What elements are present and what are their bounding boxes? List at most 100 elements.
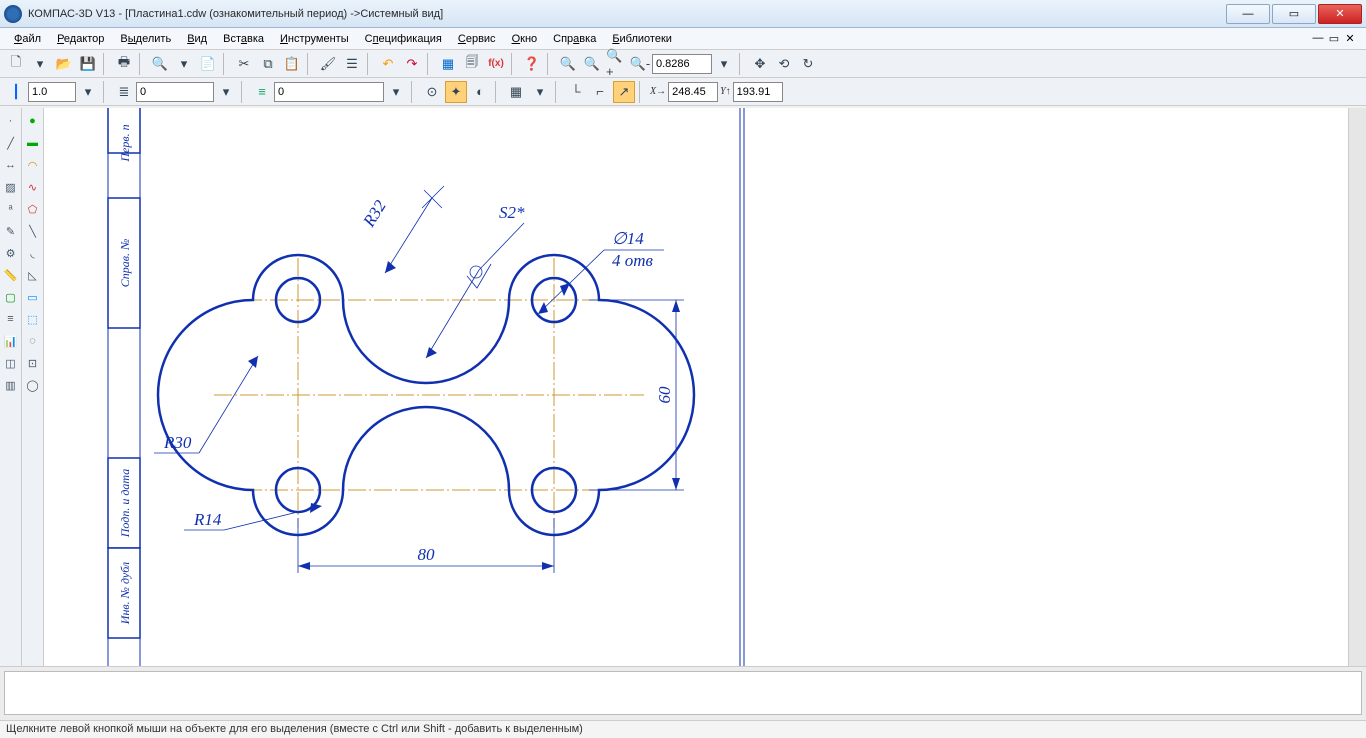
refresh-button[interactable]: ↻ (797, 53, 819, 75)
titlebar: КОМПАС-3D V13 - [Пластина1.cdw (ознакоми… (0, 0, 1366, 28)
cut-button[interactable]: ✂ (233, 53, 255, 75)
status-text: Щелкните левой кнопкой мыши на объекте д… (6, 723, 583, 735)
tool-line[interactable]: ╱ (2, 134, 20, 152)
close-button[interactable]: ✕ (1318, 4, 1362, 24)
geom-spline[interactable]: ∿ (24, 178, 42, 196)
menu-file[interactable]: ФФайлайл (6, 31, 49, 47)
maximize-button[interactable]: ▭ (1272, 4, 1316, 24)
geom-line2[interactable]: ╲ (24, 222, 42, 240)
menu-view[interactable]: Вид (179, 31, 215, 47)
coord-y[interactable] (733, 82, 783, 102)
geom-sel5[interactable]: ◯ (24, 376, 42, 394)
linewidth-combo[interactable] (28, 82, 76, 102)
tool-hatch[interactable]: ▨ (2, 178, 20, 196)
menu-lib[interactable]: Библиотеки (604, 31, 680, 47)
layer-dropdown[interactable]: ▾ (215, 81, 237, 103)
menu-tools[interactable]: Инструменты (272, 31, 357, 47)
mdi-minimize[interactable]: — (1310, 32, 1326, 45)
menu-service[interactable]: Сервис (450, 31, 504, 47)
snap-mid-button[interactable]: ✦ (445, 81, 467, 103)
new-button[interactable]: 🗋 (5, 53, 27, 75)
zoom-fit-button[interactable]: 🔍 (581, 53, 603, 75)
tool-text[interactable]: ᵃ (2, 200, 20, 218)
fx-button[interactable]: f(x) (485, 53, 507, 75)
save-button[interactable]: 💾 (77, 53, 99, 75)
style-icon[interactable]: ≡ (251, 81, 273, 103)
drawing-canvas[interactable]: Перв. п Справ. № Подп. и дата Инв. № дуб… (44, 108, 1348, 666)
grid-button[interactable]: ▦ (505, 81, 527, 103)
copy-button[interactable]: ⧉ (257, 53, 279, 75)
geom-fillet[interactable]: ◟ (24, 244, 42, 262)
x-label: X→ (650, 86, 666, 97)
menu-select[interactable]: Выделить (112, 31, 179, 47)
command-panel[interactable] (4, 671, 1362, 715)
dim-60: 60 (655, 386, 674, 404)
manager-button[interactable]: ▦ (437, 53, 459, 75)
geom-sel3[interactable]: ◌ (24, 332, 42, 350)
paste-button[interactable]: 📋 (281, 53, 303, 75)
variables-button[interactable]: 🗐 (461, 53, 483, 75)
open-button[interactable]: 📂 (53, 53, 75, 75)
zoom-dropdown[interactable]: ▾ (713, 53, 735, 75)
help-button[interactable]: ❓ (521, 53, 543, 75)
tool-view[interactable]: ▥ (2, 376, 20, 394)
menu-window[interactable]: Окно (504, 31, 546, 47)
coord-x[interactable] (668, 82, 718, 102)
snap-center-button[interactable]: ◐ (469, 81, 491, 103)
print-button[interactable]: 🖶 (113, 53, 135, 75)
snap-end-button[interactable]: ⊙ (421, 81, 443, 103)
ortho2-button[interactable]: ⌐ (589, 81, 611, 103)
new-dropdown[interactable]: ▾ (29, 53, 51, 75)
preview-dropdown[interactable]: ▾ (173, 53, 195, 75)
geom-circle[interactable]: ● (24, 112, 42, 130)
style-combo[interactable] (274, 82, 384, 102)
geom-sel2[interactable]: ⬚ (24, 310, 42, 328)
redo-button[interactable]: ↷ (401, 53, 423, 75)
layer-combo[interactable] (136, 82, 214, 102)
zoom-combo[interactable] (652, 54, 712, 74)
menu-spec[interactable]: Спецификация (357, 31, 450, 47)
frame-label-4: Инв. № дубл (118, 562, 132, 625)
zoom-window-button[interactable]: 🔍 (557, 53, 579, 75)
layer-icon[interactable]: ≣ (113, 81, 135, 103)
mdi-restore[interactable]: ▭ (1326, 32, 1342, 45)
zoom-prev-button[interactable]: ⟲ (773, 53, 795, 75)
rounding-button[interactable]: ↗ (613, 81, 635, 103)
dim-r32: R32 (359, 196, 390, 231)
geom-sel1[interactable]: ▭ (24, 288, 42, 306)
tool-dim[interactable]: ↔ (2, 156, 20, 174)
lw-dropdown[interactable]: ▾ (77, 81, 99, 103)
geom-poly[interactable]: ⬠ (24, 200, 42, 218)
zoom-in-button[interactable]: 🔍+ (605, 53, 627, 75)
tool-insert[interactable]: ◫ (2, 354, 20, 372)
vertical-scrollbar[interactable] (1348, 108, 1366, 666)
menu-edit[interactable]: Редактор (49, 31, 112, 47)
geom-chamfer[interactable]: ◺ (24, 266, 42, 284)
grid-dropdown[interactable]: ▾ (529, 81, 551, 103)
tool-measure[interactable]: 📏 (2, 266, 20, 284)
undo-button[interactable]: ↶ (377, 53, 399, 75)
geom-arc[interactable]: ◠ (24, 156, 42, 174)
linewidth-icon[interactable]: ┃ (5, 81, 27, 103)
doc-button[interactable]: 📄 (197, 53, 219, 75)
zoom-out-button[interactable]: 🔍- (629, 53, 651, 75)
properties-button[interactable]: ☰ (341, 53, 363, 75)
menu-insert[interactable]: Вставка (215, 31, 272, 47)
ortho-button[interactable]: └ (565, 81, 587, 103)
menu-help[interactable]: Справка (545, 31, 604, 47)
style-dropdown[interactable]: ▾ (385, 81, 407, 103)
tool-report[interactable]: 📊 (2, 332, 20, 350)
mdi-close[interactable]: ✕ (1342, 32, 1358, 45)
format-painter-button[interactable]: 🖌 (317, 53, 339, 75)
tool-spec[interactable]: ≡ (2, 310, 20, 328)
tool-param[interactable]: ⚙ (2, 244, 20, 262)
preview-button[interactable]: 🔍 (149, 53, 171, 75)
minimize-button[interactable]: — (1226, 4, 1270, 24)
tool-edit[interactable]: ✎ (2, 222, 20, 240)
tool-select[interactable]: ▢ (2, 288, 20, 306)
geom-sel4[interactable]: ⊡ (24, 354, 42, 372)
pan-button[interactable]: ✥ (749, 53, 771, 75)
geom-rect[interactable]: ▬ (24, 134, 42, 152)
toolbar-standard: 🗋 ▾ 📂 💾 🖶 🔍 ▾ 📄 ✂ ⧉ 📋 🖌 ☰ ↶ ↷ ▦ 🗐 f(x) ❓… (0, 50, 1366, 78)
tool-point[interactable]: · (2, 112, 20, 130)
